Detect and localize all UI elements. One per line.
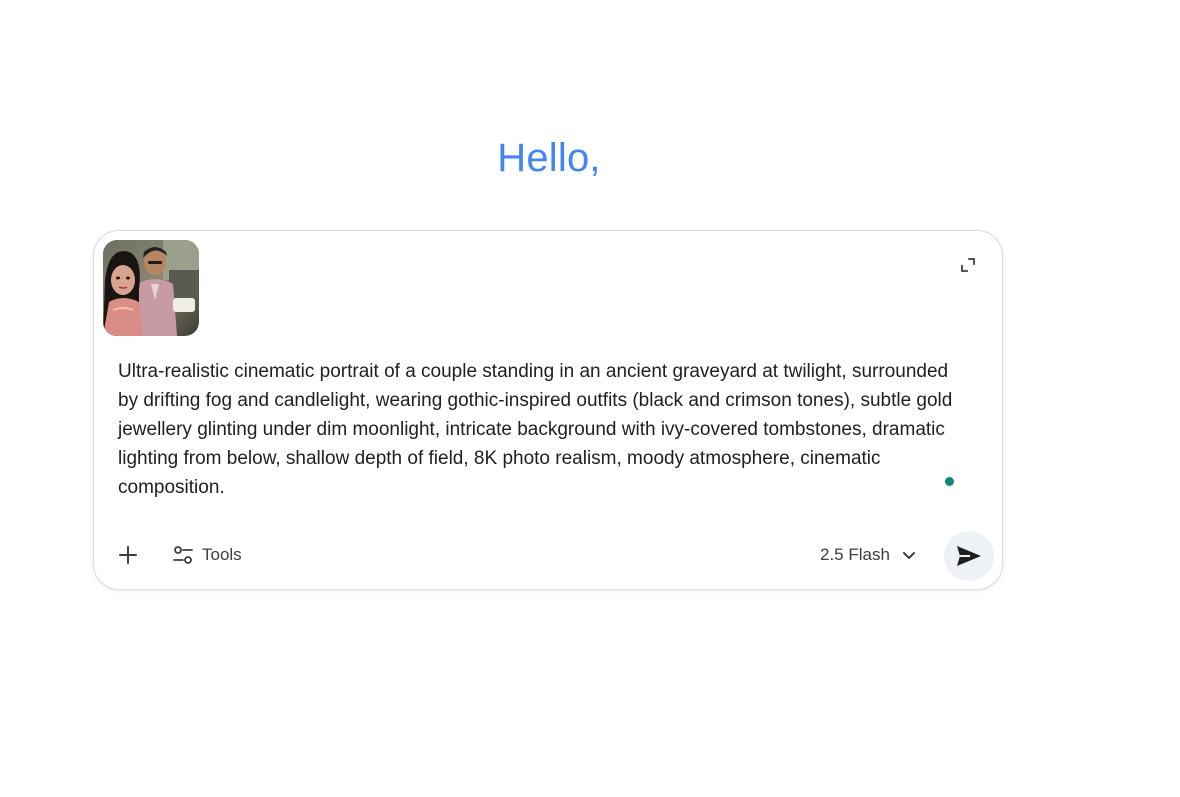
greeting-title: Hello, (497, 136, 601, 180)
add-button[interactable] (112, 539, 144, 571)
attachment-thumbnail[interactable] (103, 240, 199, 336)
send-button[interactable] (944, 531, 994, 581)
status-dot (945, 477, 954, 486)
plus-icon (119, 546, 137, 564)
expand-button[interactable] (954, 251, 982, 279)
tools-button[interactable]: Tools (172, 539, 242, 571)
model-label: 2.5 Flash (820, 545, 890, 564)
tools-sliders-icon (173, 546, 193, 564)
tools-label: Tools (202, 545, 242, 564)
model-selector[interactable]: 2.5 Flash (820, 539, 916, 571)
send-icon (957, 546, 981, 566)
photo-thumbnail-image (103, 240, 199, 336)
prompt-input-card[interactable]: Ultra-realistic cinematic portrait of a … (93, 230, 1003, 590)
expand-icon (961, 258, 975, 272)
chevron-down-icon (902, 552, 915, 559)
prompt-text-input[interactable]: Ultra-realistic cinematic portrait of a … (118, 357, 968, 502)
